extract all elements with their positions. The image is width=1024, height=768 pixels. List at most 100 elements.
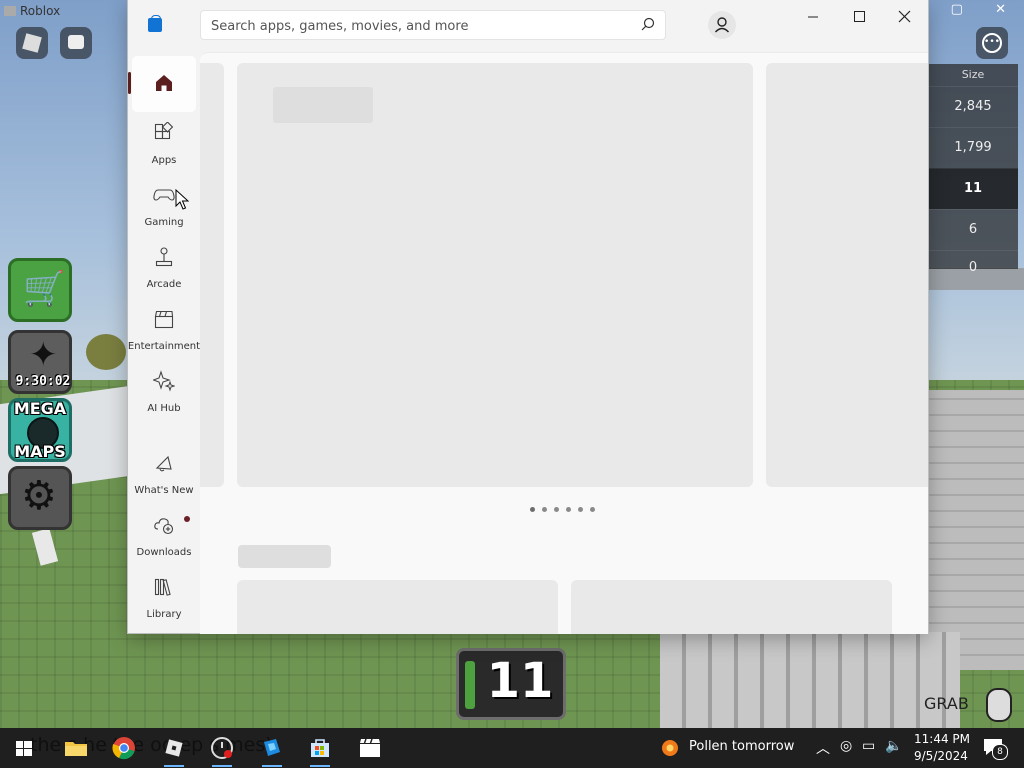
studio-icon: [264, 739, 280, 756]
nav-label: Gaming: [144, 217, 184, 228]
stone-blocks-right: [928, 390, 1024, 670]
nav-apps[interactable]: Apps: [132, 114, 196, 170]
maximize-button[interactable]: [836, 0, 882, 34]
store-bag-icon: [311, 739, 329, 757]
start-button[interactable]: [10, 734, 38, 762]
folder-icon: [65, 742, 87, 756]
carousel-pager[interactable]: [530, 505, 600, 515]
home-icon: [156, 75, 172, 91]
roblox-title-text: Roblox: [20, 4, 61, 18]
gray-strip: [928, 268, 1024, 290]
roblox-icon: [165, 739, 183, 757]
joystick-icon: [155, 247, 173, 267]
nav-arcade[interactable]: Arcade: [132, 238, 196, 294]
nav-home[interactable]: [128, 56, 196, 112]
store-content[interactable]: [200, 52, 928, 634]
taskbar-chrome[interactable]: [110, 734, 138, 762]
clock-time: 11:44 PM: [914, 732, 970, 746]
store-nav: Apps Gaming Arcade Entertainment AI Hub …: [128, 52, 200, 632]
active-indicator: [128, 72, 131, 94]
account-avatar[interactable]: [708, 11, 736, 39]
carousel-card-previous[interactable]: [200, 63, 224, 487]
clapperboard-icon: [360, 738, 380, 757]
clapperboard-icon: [154, 310, 174, 329]
nav-label: Entertainment: [127, 341, 201, 352]
tree: [86, 334, 126, 370]
nav-label: Arcade: [146, 279, 182, 290]
cloud-download-icon: [154, 518, 174, 535]
carousel-card-next[interactable]: [766, 63, 928, 487]
tile-placeholder[interactable]: [571, 580, 892, 634]
grab-label: GRAB: [924, 694, 969, 713]
carousel-dot[interactable]: [578, 507, 583, 512]
mega-maps-button[interactable]: MEGA MAPS: [8, 398, 72, 462]
volume-icon[interactable]: 🔈: [885, 738, 902, 754]
counter-bar: [465, 661, 475, 709]
leaderboard-row[interactable]: 6: [928, 209, 1018, 250]
clock[interactable]: 11:44 PM 9/5/2024: [906, 730, 972, 766]
taskbar-file-explorer[interactable]: [62, 734, 90, 762]
store-logo-icon: [148, 15, 162, 32]
roblox-more-button[interactable]: •••: [976, 27, 1008, 59]
microsoft-store-window[interactable]: Apps Gaming Arcade Entertainment: [128, 0, 928, 634]
chrome-icon: [112, 737, 135, 760]
roblox-title-icon: [4, 6, 16, 16]
roblox-chat-button[interactable]: [60, 27, 92, 59]
minimize-button[interactable]: [790, 0, 836, 34]
settings-button[interactable]: ⚙: [8, 466, 72, 530]
carousel-dot[interactable]: [530, 507, 535, 512]
weather-widget[interactable]: Pollen tomorrow: [656, 734, 806, 762]
meet-now-icon[interactable]: ◎: [840, 738, 852, 754]
nav-downloads[interactable]: Downloads: [132, 506, 196, 562]
mouse-cursor-icon: [175, 189, 189, 210]
sparkle-icon: [153, 370, 175, 392]
carousel-card-current[interactable]: [237, 63, 753, 487]
gear-icon: ⚙: [21, 473, 57, 519]
taskbar: the s he the oo ep s mes) Pollen tomorro…: [0, 728, 1024, 768]
carousel-dot[interactable]: [566, 507, 571, 512]
leaderboard[interactable]: Size 2,845 1,799 11 6 0: [928, 64, 1018, 271]
taskbar-clipchamp[interactable]: [356, 734, 384, 762]
roblox-window-controls: ▢ ✕: [951, 2, 1006, 17]
leaderboard-row[interactable]: 0: [928, 250, 1018, 271]
search-icon[interactable]: [641, 17, 655, 31]
taskbar-studio[interactable]: [258, 734, 286, 767]
network-icon[interactable]: ▭: [862, 738, 875, 754]
carousel-dot[interactable]: [542, 507, 547, 512]
boost-button[interactable]: ✦ 9:30:02: [8, 330, 72, 394]
roblox-restore-icon[interactable]: ▢: [951, 2, 963, 17]
gamepad-icon: [153, 189, 175, 201]
counter-display: 11: [456, 648, 566, 720]
carousel-title-placeholder: [273, 87, 373, 123]
search-input[interactable]: [201, 11, 633, 41]
close-icon: [898, 10, 911, 23]
chevron-up-icon[interactable]: ︿: [816, 738, 830, 758]
taskbar-roblox[interactable]: [160, 734, 188, 767]
taskbar-roblox-studio[interactable]: [208, 734, 236, 767]
nav-entertainment[interactable]: Entertainment: [128, 300, 200, 356]
nav-library[interactable]: Library: [132, 568, 196, 624]
close-button[interactable]: [882, 0, 928, 34]
roblox-menu-button[interactable]: [16, 27, 48, 59]
taskbar-microsoft-store[interactable]: [306, 734, 334, 767]
leaderboard-row[interactable]: 2,845: [928, 86, 1018, 127]
carousel-dot[interactable]: [590, 507, 595, 512]
shop-button[interactable]: [8, 258, 72, 322]
carousel-dot[interactable]: [554, 507, 559, 512]
nav-ai-hub[interactable]: AI Hub: [132, 362, 196, 418]
maximize-icon: [854, 11, 865, 22]
roblox-window-title: Roblox: [4, 2, 60, 20]
boost-timer: 9:30:02: [15, 374, 71, 389]
search-box[interactable]: [200, 10, 666, 41]
leaderboard-row[interactable]: 1,799: [928, 127, 1018, 168]
megaphone-icon: [155, 455, 172, 472]
mouse-icon: [986, 688, 1012, 722]
roblox-close-icon[interactable]: ✕: [995, 2, 1006, 17]
nav-whats-new[interactable]: What's New: [132, 444, 196, 500]
tile-placeholder[interactable]: [237, 580, 558, 634]
notification-count: 8: [992, 744, 1008, 760]
leaderboard-row[interactable]: 11: [928, 168, 1018, 209]
flower-icon: [662, 740, 678, 756]
maps-label-bottom: MAPS: [14, 442, 66, 461]
notifications-button[interactable]: 8: [982, 736, 1008, 760]
